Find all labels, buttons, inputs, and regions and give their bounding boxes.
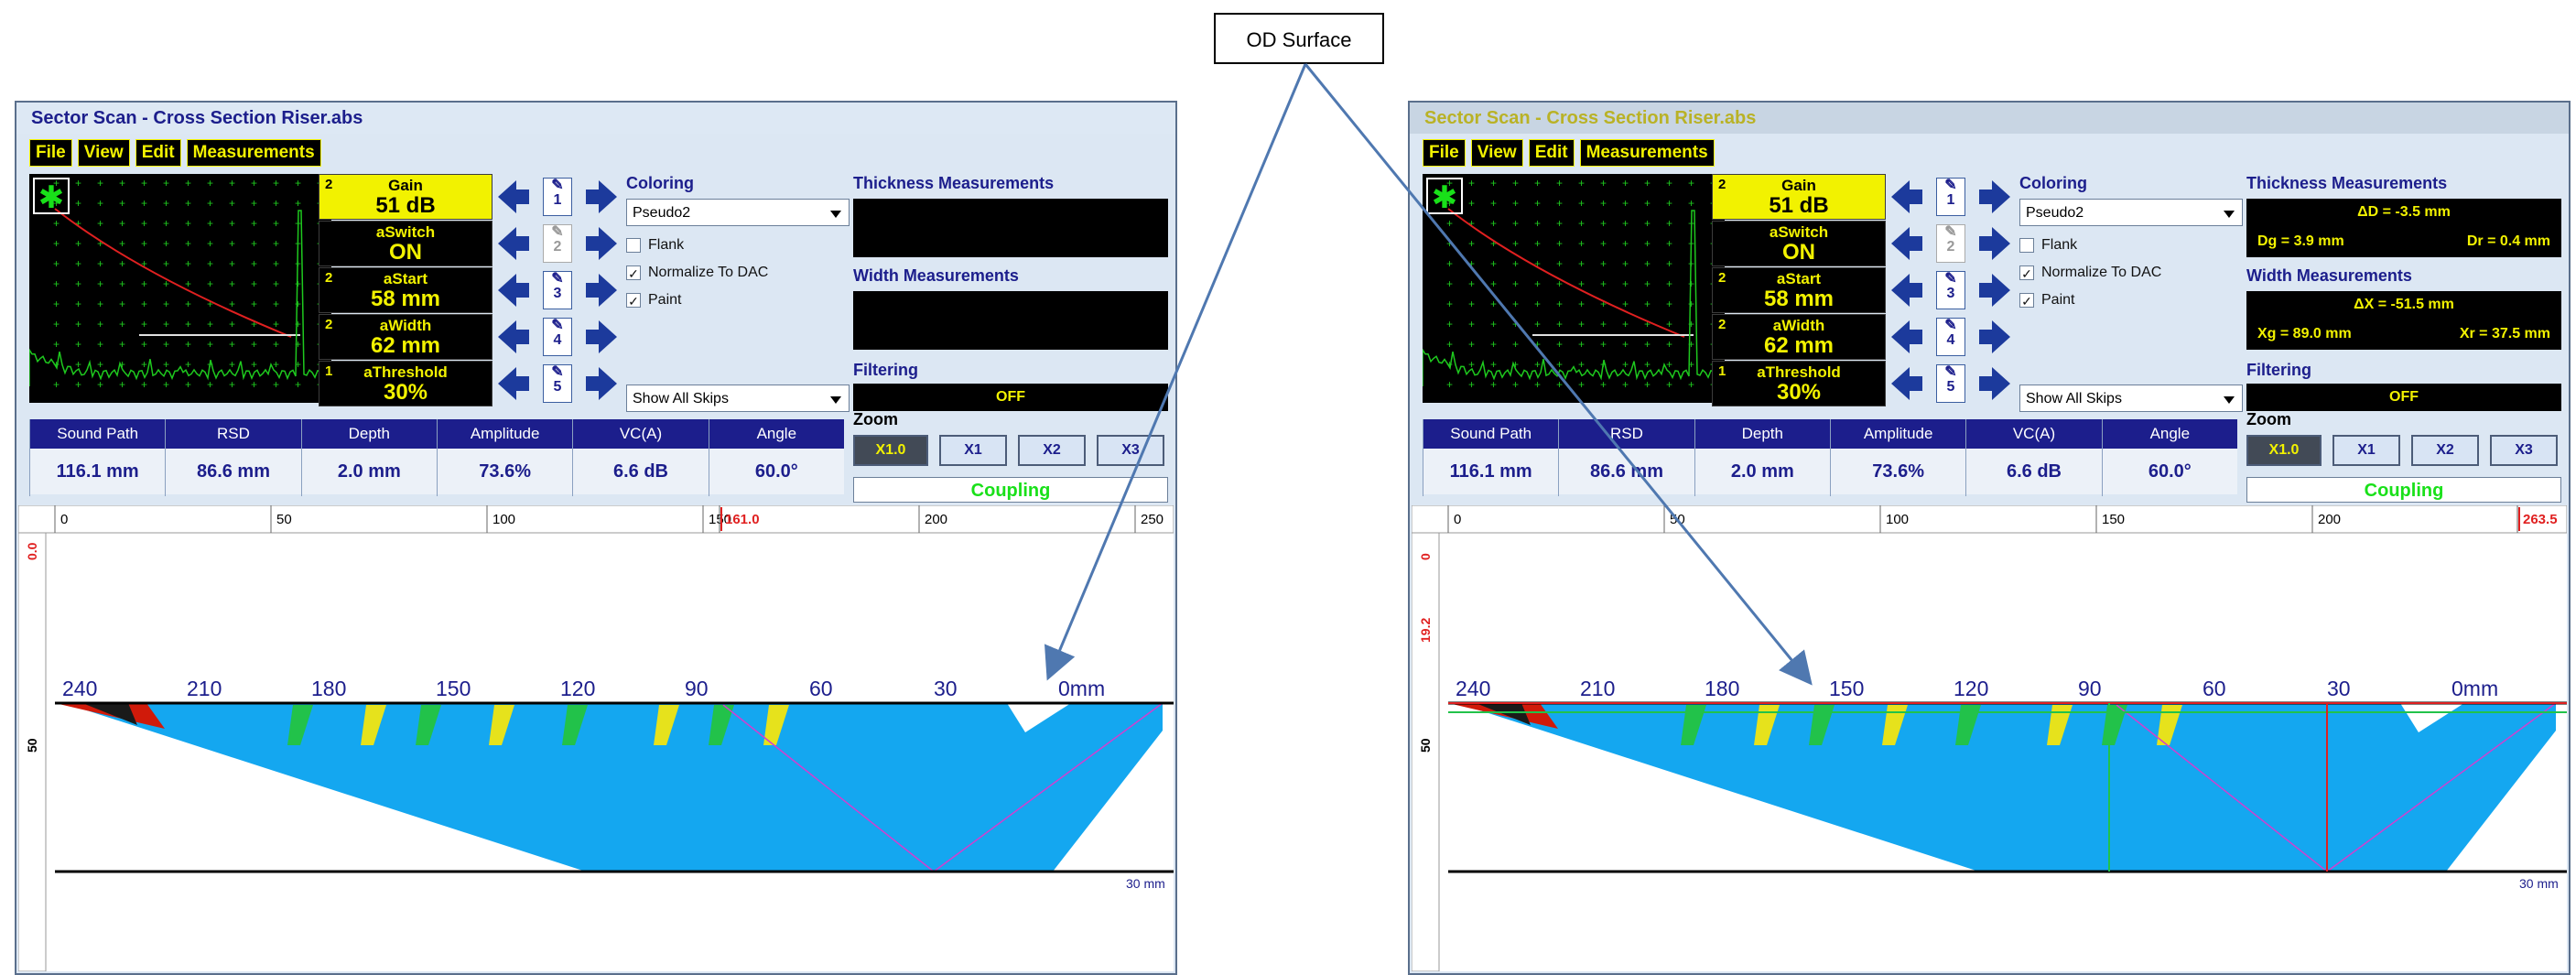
callout-arrow-left (1044, 63, 1307, 681)
callout-arrow-right (1304, 63, 1813, 686)
callout-arrows (1044, 63, 1813, 686)
